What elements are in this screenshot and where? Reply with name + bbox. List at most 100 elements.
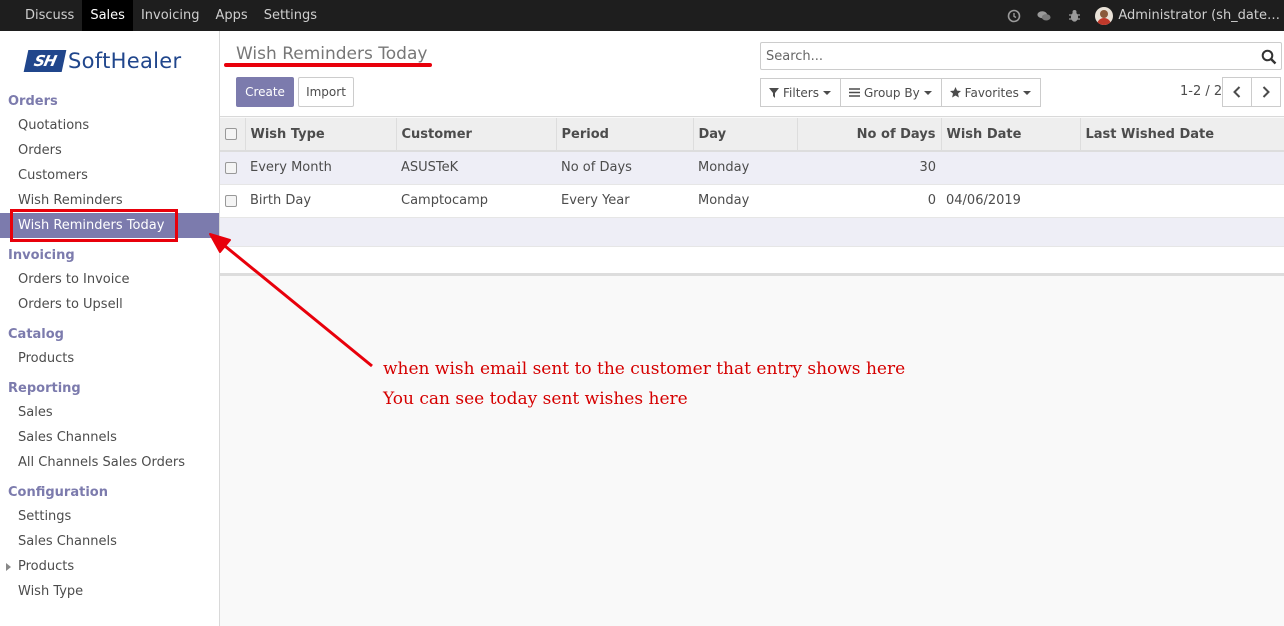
list-view: Wish Type Customer Period Day No of Days… <box>220 118 1284 276</box>
menu-discuss[interactable]: Discuss <box>17 0 82 31</box>
section-orders: Orders <box>8 94 58 109</box>
top-navbar: Discuss Sales Invoicing Apps Settings Ad… <box>0 0 1284 31</box>
sidebar-item-all-channels-sales-orders[interactable]: All Channels Sales Orders <box>0 450 219 475</box>
chevron-left-icon <box>1233 86 1241 98</box>
group-by-button[interactable]: Group By <box>839 78 942 107</box>
row-select-cell[interactable] <box>220 184 245 218</box>
page-title: Wish Reminders Today <box>236 44 428 64</box>
group-by-label: Group By <box>863 85 920 100</box>
sidebar-item-report-sales[interactable]: Sales <box>0 400 219 425</box>
caret-down-icon <box>822 90 831 95</box>
favorites-label: Favorites <box>964 85 1019 100</box>
table-header-row: Wish Type Customer Period Day No of Days… <box>220 118 1284 152</box>
search-icon[interactable] <box>1261 49 1277 65</box>
list-icon <box>848 88 860 97</box>
column-header-wish-date[interactable]: Wish Date <box>941 118 1081 152</box>
row-checkbox[interactable] <box>225 194 237 207</box>
menu-sales[interactable]: Sales <box>82 0 133 31</box>
section-configuration: Configuration <box>8 485 108 500</box>
section-catalog: Catalog <box>8 327 64 342</box>
user-menu[interactable]: Administrator (sh_date… <box>1095 6 1280 25</box>
cell-no-of-days: 0 <box>797 184 941 218</box>
search-bar <box>760 42 1282 70</box>
empty-row <box>220 217 1284 247</box>
filter-icon <box>769 87 779 98</box>
company-logo: SH SoftHealer <box>23 49 182 73</box>
empty-row <box>220 246 1284 276</box>
favorites-button[interactable]: Favorites <box>940 78 1041 107</box>
cell-period: Every Year <box>556 184 693 218</box>
table-row[interactable]: Birth Day Camptocamp Every Year Monday 0… <box>220 184 1284 218</box>
filters-label: Filters <box>783 85 819 100</box>
cell-no-of-days: 30 <box>797 151 941 185</box>
column-header-day[interactable]: Day <box>693 118 798 152</box>
wish-reminders-table: Wish Type Customer Period Day No of Days… <box>220 118 1284 218</box>
sidebar-item-orders[interactable]: Orders <box>0 138 219 163</box>
column-header-no-of-days[interactable]: No of Days <box>797 118 942 152</box>
cell-wish-type: Birth Day <box>245 184 396 218</box>
cell-period: No of Days <box>556 151 693 185</box>
cell-wish-type: Every Month <box>245 151 396 185</box>
star-icon <box>949 87 961 98</box>
cell-customer: ASUSTeK <box>396 151 556 185</box>
row-select-cell[interactable] <box>220 151 245 185</box>
menu-invoicing[interactable]: Invoicing <box>133 0 208 31</box>
cell-wish-date: 04/06/2019 <box>941 184 1080 218</box>
sidebar-item-orders-to-upsell[interactable]: Orders to Upsell <box>0 292 219 317</box>
menu-apps[interactable]: Apps <box>208 0 256 31</box>
chat-icon[interactable] <box>1037 9 1051 23</box>
annotation-line-2: You can see today sent wishes here <box>383 389 688 409</box>
cell-day: Monday <box>693 151 797 185</box>
cell-wish-date <box>941 151 1080 185</box>
search-input[interactable] <box>761 43 1241 69</box>
column-header-customer[interactable]: Customer <box>396 118 557 152</box>
pager-previous-button[interactable] <box>1222 77 1252 107</box>
control-panel: Wish Reminders Today Create Import Filte… <box>220 31 1284 117</box>
sidebar: SH SoftHealer Orders Quotations Orders C… <box>0 31 220 626</box>
sidebar-item-config-sales-channels[interactable]: Sales Channels <box>0 529 219 554</box>
bug-icon[interactable] <box>1067 9 1081 23</box>
filters-button[interactable]: Filters <box>760 78 841 107</box>
sidebar-item-products[interactable]: Products <box>0 346 219 371</box>
pager-next-button[interactable] <box>1251 77 1281 107</box>
select-all-cell[interactable] <box>220 118 246 152</box>
sidebar-item-label: Products <box>18 559 75 574</box>
search-options: Filters Group By Favorites <box>760 78 1041 107</box>
sidebar-item-wish-type[interactable]: Wish Type <box>0 579 219 604</box>
cell-last-wished-date <box>1080 151 1284 185</box>
annotation-line-1: when wish email sent to the customer tha… <box>383 359 906 379</box>
cell-customer: Camptocamp <box>396 184 556 218</box>
table-row[interactable]: Every Month ASUSTeK No of Days Monday 30 <box>220 151 1284 185</box>
user-name: Administrator (sh_date… <box>1118 8 1280 23</box>
caret-right-icon <box>6 563 11 571</box>
sidebar-item-orders-to-invoice[interactable]: Orders to Invoice <box>0 267 219 292</box>
import-button[interactable]: Import <box>298 77 354 107</box>
clock-icon[interactable] <box>1007 9 1021 23</box>
app-menu: Discuss Sales Invoicing Apps Settings <box>17 0 325 31</box>
sidebar-item-config-products[interactable]: Products <box>0 554 219 579</box>
title-underline <box>224 63 432 67</box>
pager-value[interactable]: 1-2 / 2 <box>1180 84 1222 99</box>
column-header-last-wished-date[interactable]: Last Wished Date <box>1080 118 1284 152</box>
menu-settings[interactable]: Settings <box>256 0 325 31</box>
sidebar-item-quotations[interactable]: Quotations <box>0 113 219 138</box>
column-header-period[interactable]: Period <box>556 118 694 152</box>
logo-name: SoftHealer <box>68 49 182 73</box>
cell-last-wished-date <box>1080 184 1284 218</box>
cell-day: Monday <box>693 184 797 218</box>
avatar <box>1095 6 1114 25</box>
systray: Administrator (sh_date… <box>999 0 1284 31</box>
sidebar-item-config-settings[interactable]: Settings <box>0 504 219 529</box>
sidebar-item-customers[interactable]: Customers <box>0 163 219 188</box>
sidebar-item-report-sales-channels[interactable]: Sales Channels <box>0 425 219 450</box>
caret-down-icon <box>923 90 932 95</box>
logo-mark: SH <box>23 50 67 72</box>
section-invoicing: Invoicing <box>8 248 75 263</box>
section-reporting: Reporting <box>8 381 81 396</box>
row-checkbox[interactable] <box>225 161 237 174</box>
chevron-right-icon <box>1262 86 1270 98</box>
select-all-checkbox[interactable] <box>225 128 237 140</box>
create-button[interactable]: Create <box>236 77 294 107</box>
caret-down-icon <box>1022 90 1031 95</box>
column-header-wish-type[interactable]: Wish Type <box>245 118 397 152</box>
